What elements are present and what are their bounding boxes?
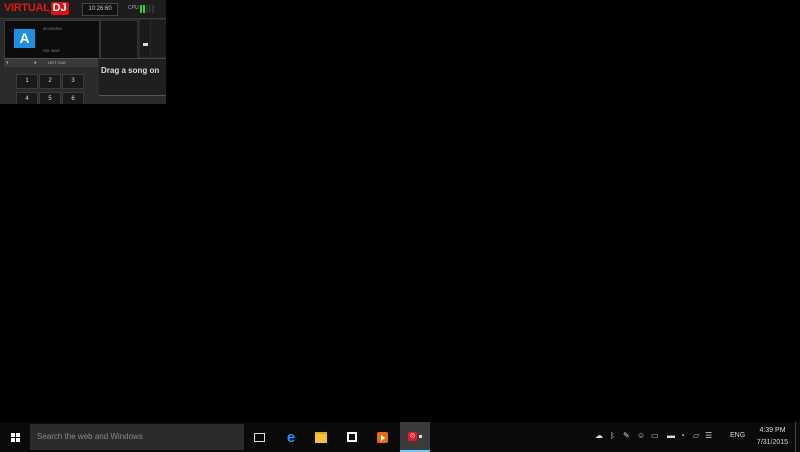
- task-view-icon: [253, 432, 265, 442]
- file-explorer-button[interactable]: [311, 427, 331, 447]
- right-panel: [151, 20, 166, 57]
- search-box[interactable]: Search the web and Windows: [30, 424, 244, 450]
- media-player-button[interactable]: [372, 427, 392, 447]
- browser-strip: [99, 95, 166, 104]
- pitch-fader[interactable]: [140, 20, 150, 57]
- drag-song-hint: Drag a song on: [101, 66, 160, 75]
- vdj-top-bar: VIRTUAL DJ 10:26:60 CPU: [0, 0, 166, 19]
- language-indicator[interactable]: ENG: [730, 432, 745, 439]
- store-button[interactable]: [342, 427, 362, 447]
- virtual-dj-window: VIRTUAL DJ 10:26:60 CPU A 50 MISSM SEL BA…: [0, 0, 166, 104]
- network-icon[interactable]: ▱: [693, 431, 699, 440]
- notifications-icon[interactable]: ☰: [705, 431, 712, 440]
- show-desktop-button[interactable]: [795, 422, 800, 452]
- pen-icon[interactable]: ✎: [623, 431, 630, 440]
- bluetooth-icon[interactable]: ᛒ: [610, 431, 615, 440]
- start-button[interactable]: [0, 422, 30, 452]
- edge-browser-icon[interactable]: e: [281, 427, 301, 447]
- deck-waveform[interactable]: [100, 20, 138, 59]
- clock-area[interactable]: 4:39 PM 7/31/2015: [750, 425, 795, 449]
- vdj-app-icon: ◎: [408, 431, 417, 441]
- taskbar: Search the web and Windows e ◎ ☁ ᛒ ✎ ☺ ▭…: [0, 422, 800, 452]
- deck-a-info[interactable]: A 50 MISSM SEL BAR: [4, 20, 100, 59]
- vdj-secondary-icon: [419, 434, 422, 438]
- system-tray: ☁ ᛒ ✎ ☺ ▭ ▬ ◔ ▱ ☰ ENG 4:39 PM 7/31/2015: [590, 422, 800, 452]
- pitch-fader-knob[interactable]: [143, 43, 148, 46]
- taskbar-time: 4:39 PM: [759, 427, 786, 434]
- battery-icon[interactable]: ▬: [667, 431, 675, 440]
- task-view-button[interactable]: [249, 427, 269, 447]
- taskbar-date: 7/31/2015: [756, 439, 789, 446]
- play-icon: [376, 431, 388, 443]
- hotcue-pad-2[interactable]: 2: [39, 74, 61, 89]
- vdj-logo: VIRTUAL DJ: [4, 2, 69, 15]
- hotcue-header[interactable]: ▾ ♦ HOT CUE: [4, 58, 98, 67]
- song-drop-area[interactable]: Drag a song on: [99, 58, 166, 95]
- cpu-label: CPU: [128, 5, 139, 11]
- hotcue-pad-6[interactable]: 6: [62, 92, 84, 104]
- store-bag-icon: [347, 432, 357, 442]
- hotcue-pad-3[interactable]: 3: [62, 74, 84, 89]
- wifi-icon[interactable]: ◔: [680, 431, 685, 440]
- folder-icon: [315, 431, 327, 443]
- hotcue-pad-4[interactable]: 4: [16, 92, 38, 104]
- hotcue-menu-icon[interactable]: ▾: [6, 59, 9, 67]
- user-icon[interactable]: ☺: [637, 431, 645, 440]
- deck-track-title: 50 MISSM: [43, 26, 62, 31]
- virtual-dj-taskbar-button[interactable]: ◎: [400, 422, 430, 452]
- windows-logo-icon: [10, 432, 20, 442]
- hotcue-label: HOT CUE: [48, 60, 66, 65]
- deck-track-artist: SEL BAR: [43, 48, 60, 53]
- deck-a-badge: A: [14, 29, 35, 48]
- onedrive-icon[interactable]: ☁: [595, 431, 603, 440]
- power-icon[interactable]: ▭: [651, 431, 659, 440]
- pin-icon[interactable]: ♦: [34, 59, 37, 67]
- hotcue-pad-5[interactable]: 5: [39, 92, 61, 104]
- hotcue-pads: 1 2 3 4 5 6: [4, 67, 98, 104]
- cpu-meter: [140, 5, 154, 13]
- vdj-clock: 10:26:60: [82, 3, 118, 16]
- hotcue-pad-1[interactable]: 1: [16, 74, 38, 89]
